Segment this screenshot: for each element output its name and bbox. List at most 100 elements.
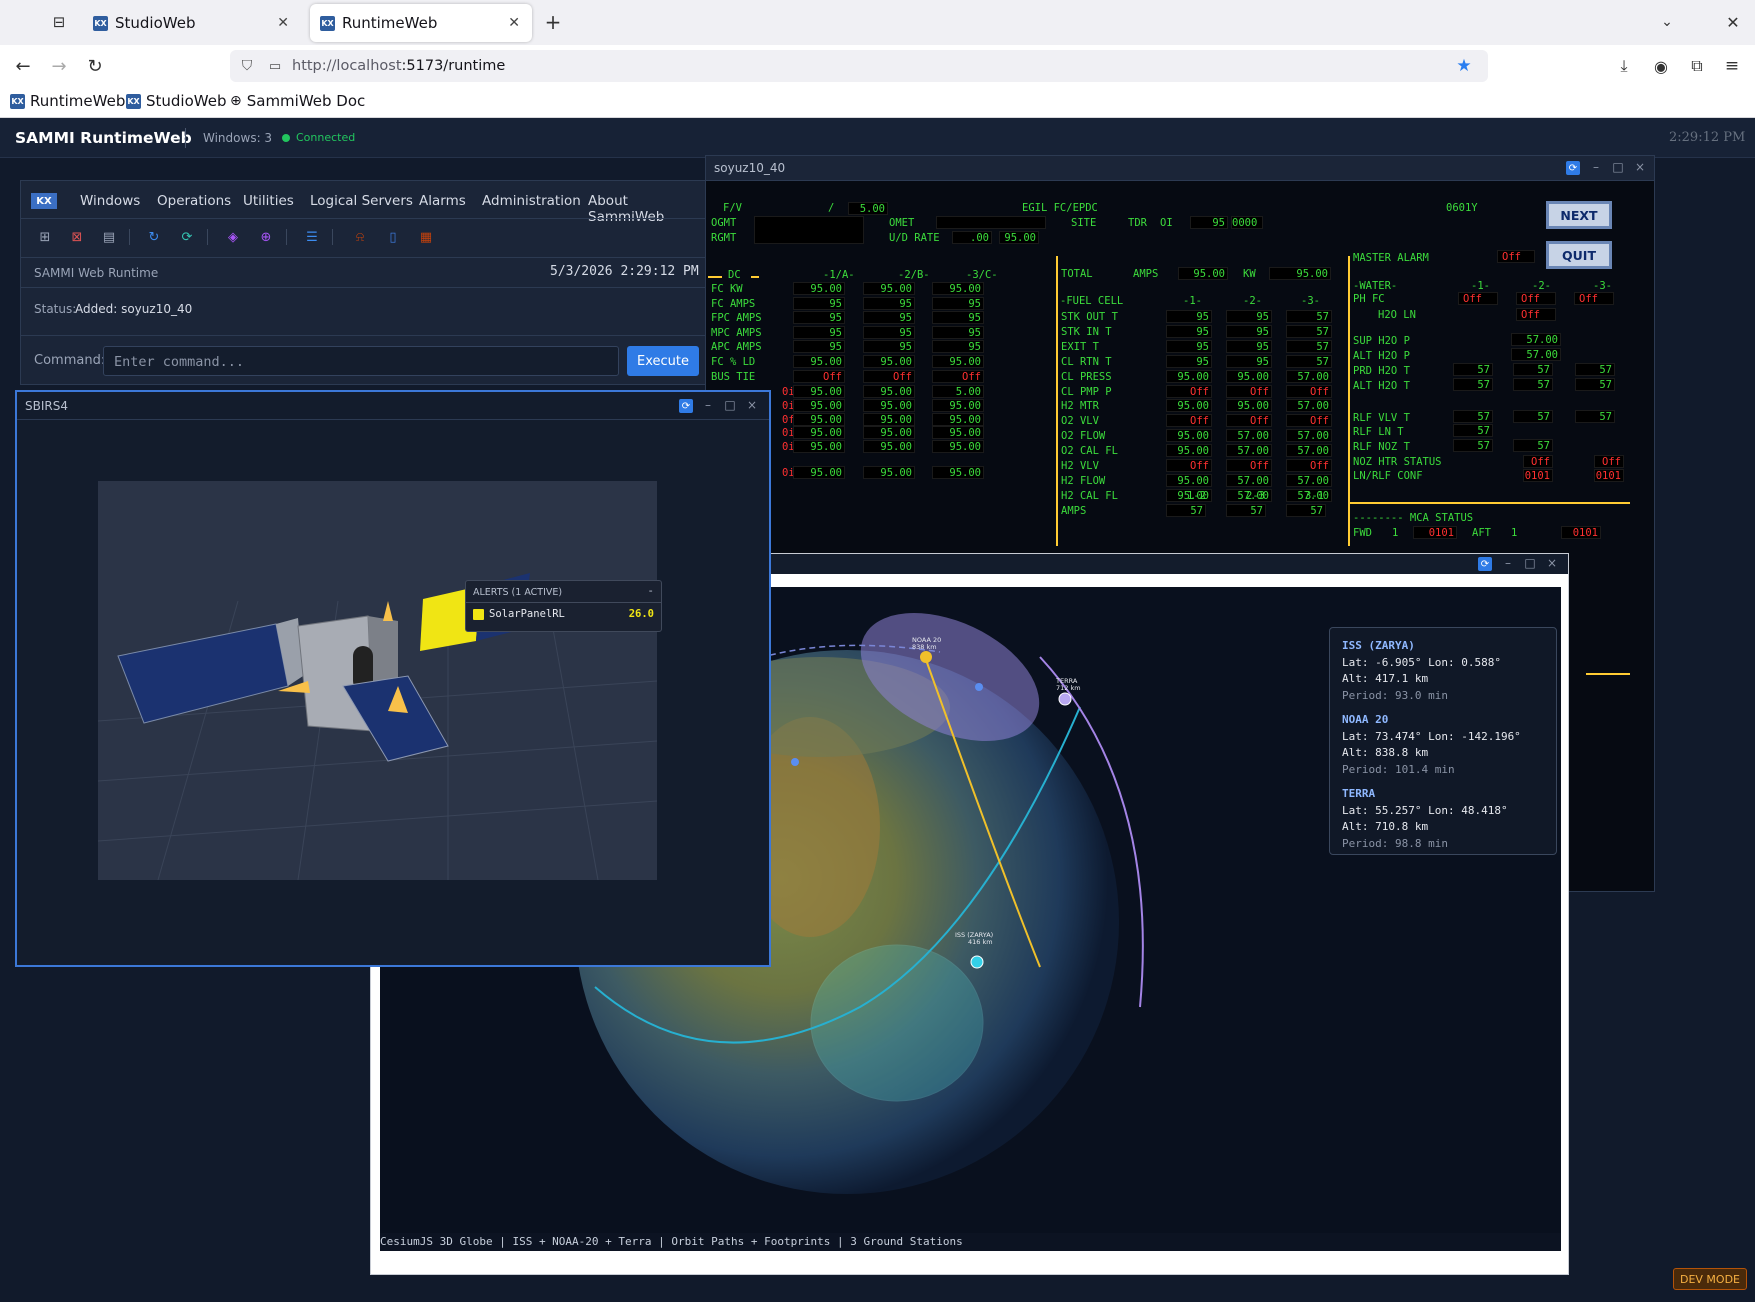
dc-value: 95 [793,311,845,325]
satellite-3d-viewport[interactable]: ALERTS (1 ACTIVE) - SolarPanelRL 26.0 [97,481,662,881]
pair-amps-1: 57 [1166,504,1206,517]
fc-col-1: -1- [1183,295,1202,307]
bookmarks-bar: KX RuntimeWeb KX StudioWeb ⊕ SammiWeb Doc [0,87,1755,118]
fc-value: 95.00 [1166,399,1212,413]
runtime-subtitle: SAMMI Web Runtime [34,266,159,280]
total-label: TOTAL [1061,268,1093,280]
close-icon[interactable]: × [1633,160,1647,174]
reload-icon[interactable]: ↻ [84,55,106,77]
status-value: Added: soyuz10_40 [75,302,193,316]
shield-icon[interactable]: ⛉ [238,57,256,75]
pair-amps-2: 57 [1226,504,1266,517]
new-window-icon[interactable]: ⊞ [36,228,54,246]
alert-name[interactable]: SolarPanelRL [489,608,565,620]
globe-caption: CesiumJS 3D Globe | ISS + NOAA-20 + Terr… [380,1233,1561,1251]
fc-row-label: H2 VLV [1061,460,1099,472]
close-tab-icon[interactable]: ✕ [508,15,520,31]
mca-status-title: -------- MCA STATUS [1353,512,1474,524]
minimize-icon[interactable]: – [701,398,715,412]
dc-marker [708,276,722,278]
tab-studioweb[interactable]: KX StudioWeb ✕ [83,4,301,42]
menu-operations[interactable]: Operations [157,193,231,209]
ln-rlf-2: 0101 [1594,469,1624,482]
close-window-icon[interactable]: ⊠ [68,228,86,246]
list-icon[interactable]: ☰ [303,228,321,246]
close-window-icon[interactable]: ✕ [1723,12,1743,32]
new-tab-icon[interactable]: + [543,10,563,34]
aft-number: 1 [1511,527,1518,539]
tab-list-icon[interactable]: ⊟ [49,12,69,32]
menu-icon[interactable]: ≡ [1721,55,1743,77]
fc-value: 57.00 [1226,473,1272,487]
satellite-list: ISS (ZARYA) Lat: -6.905° Lon: 0.588° Alt: … [1342,638,1544,852]
runtime-datetime: 5/3/2026 2:29:12 PM [550,264,699,279]
bookmark-studioweb[interactable]: KX StudioWeb [126,92,226,110]
noaa-marker-icon[interactable] [920,651,932,663]
tab-runtimeweb[interactable]: KX RuntimeWeb ✕ [310,4,532,42]
divider [21,335,707,336]
forward-icon[interactable]: → [48,55,70,77]
alt-h2o-t-2: 57 [1513,378,1553,391]
fc-row-label: O2 VLV [1061,415,1099,428]
kw-label: KW [1243,268,1256,280]
menu-administration[interactable]: Administration [482,193,581,209]
dc-value: 95 [793,325,845,339]
bookmark-sammiweb-doc[interactable]: ⊕ SammiWeb Doc [230,92,365,110]
fc-value: Off [1166,384,1212,398]
solar-panel-left[interactable] [117,623,289,724]
dc-extra-value: 95.00 [932,399,984,412]
download-icon[interactable]: ⤓ [1613,55,1635,77]
alerts-collapse-button[interactable]: - [647,584,654,597]
bell-off-icon[interactable]: ⍾ [351,228,369,246]
save-icon[interactable]: ▤ [100,228,118,246]
quit-button[interactable]: QUIT [1546,241,1612,269]
dc-col-2: -2/B- [898,269,930,281]
maximize-icon[interactable]: □ [1611,160,1625,174]
back-icon[interactable]: ← [12,55,34,77]
dc-row-label: MPC AMPS [711,326,762,339]
execute-button[interactable]: Execute [627,346,699,376]
url-bar[interactable]: ⛉ ▭ http://localhost:5173/runtime ★ [230,50,1488,82]
bookmark-star-icon[interactable]: ★ [1454,56,1474,76]
next-button[interactable]: NEXT [1546,201,1612,229]
chevron-down-icon[interactable]: ⌄ [1657,12,1677,32]
zoom-icon[interactable]: ⊕ [257,228,275,246]
sync-icon[interactable]: ⟳ [178,228,196,246]
bookmark-runtimeweb[interactable]: KX RuntimeWeb [10,92,125,110]
ground-station-icon[interactable] [975,683,983,691]
menu-about[interactable]: About SammiWeb [588,193,705,225]
fc-row-label: O2 FLOW [1061,430,1106,443]
satellite-entry: NOAA 20 Lat: 73.474° Lon: -142.196° Alt: 8… [1342,712,1544,778]
menu-windows[interactable]: Windows [80,193,140,209]
layers-icon[interactable]: ◈ [224,228,242,246]
refresh-icon[interactable]: ⟳ [1566,161,1580,175]
account-icon[interactable]: ◉ [1650,55,1672,77]
extensions-icon[interactable]: ⧉ [1686,55,1708,77]
close-tab-icon[interactable]: ✕ [277,15,289,31]
maximize-icon[interactable]: □ [1523,556,1537,570]
document-icon[interactable]: ▯ [384,228,402,246]
ground-station-icon[interactable] [791,758,799,766]
command-input[interactable]: Enter command... [103,346,619,376]
refresh-icon[interactable]: ⟳ [679,399,693,413]
maximize-icon[interactable]: □ [723,398,737,412]
close-icon[interactable]: × [745,398,759,412]
terra-marker-icon[interactable] [1058,692,1072,706]
refresh-icon[interactable]: ⟳ [1478,557,1492,571]
page-info-icon[interactable]: ▭ [266,57,284,75]
dc-row-label: APC AMPS [711,341,762,354]
calendar-icon[interactable]: ▦ [417,228,435,246]
menu-logical-servers[interactable]: Logical Servers [310,193,413,209]
alerts-panel: ALERTS (1 ACTIVE) - SolarPanelRL 26.0 [465,580,662,632]
minimize-icon[interactable]: – [1589,160,1603,174]
minimize-icon[interactable]: – [1501,556,1515,570]
fwd-number: 1 [1392,527,1399,539]
alt-h2o-t-3: 57 [1575,378,1615,391]
menu-utilities[interactable]: Utilities [243,193,294,209]
iss-marker-icon[interactable] [970,955,984,969]
menu-alarms[interactable]: Alarms [419,193,466,209]
refresh-icon[interactable]: ↻ [145,228,163,246]
browser-tab-bar: ⊟ KX StudioWeb ✕ KX RuntimeWeb ✕ + ⌄ ✕ [0,0,1755,45]
close-icon[interactable]: × [1545,556,1559,570]
fc-row-label: EXIT T [1061,340,1099,353]
